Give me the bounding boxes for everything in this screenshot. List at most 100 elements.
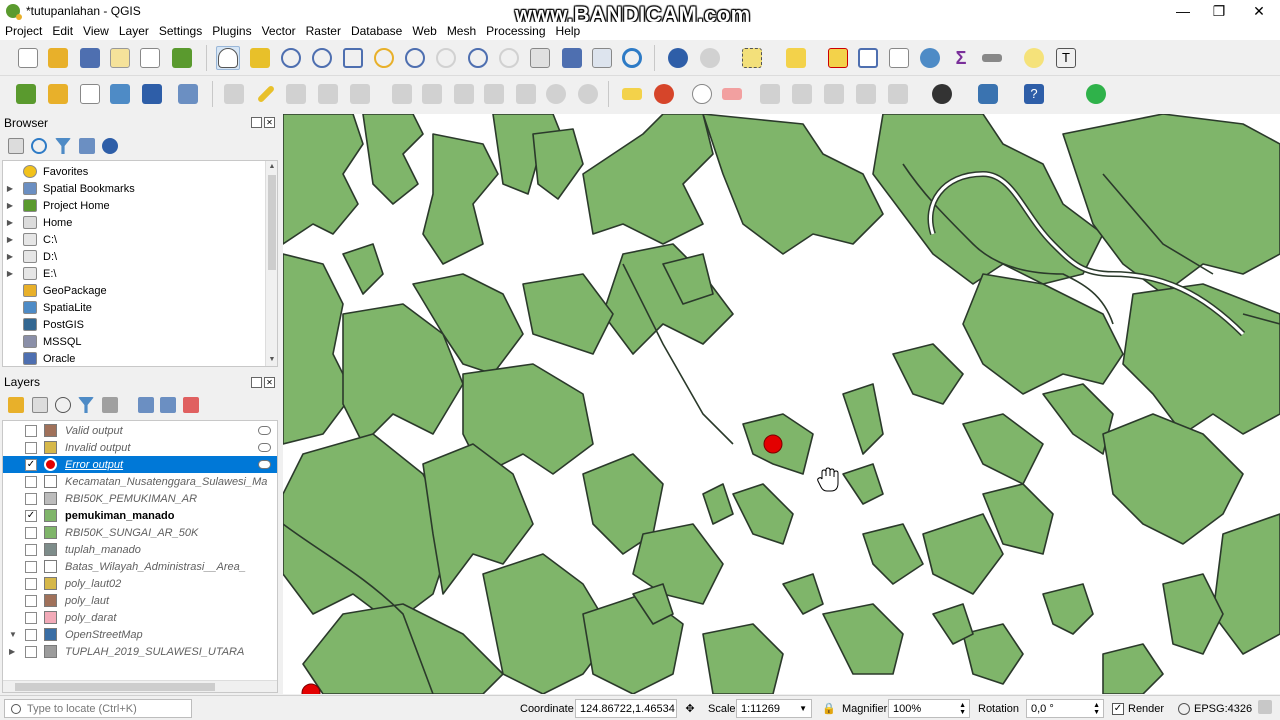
label-tool-1-icon[interactable]: [758, 82, 782, 106]
settlement-polygon[interactable]: [842, 383, 884, 455]
browser-item[interactable]: ▶ Spatial Bookmarks: [3, 180, 265, 197]
label-tool-2-icon[interactable]: [790, 82, 814, 106]
menu-vector[interactable]: Vector: [257, 24, 301, 38]
menu-raster[interactable]: Raster: [301, 24, 346, 38]
settlement-polygon[interactable]: [1102, 413, 1244, 545]
add-selected-layers-icon[interactable]: [8, 138, 24, 154]
browser-item[interactable]: MSSQL: [3, 333, 265, 350]
zoom-last-icon[interactable]: [466, 46, 490, 70]
browser-item[interactable]: Favorites: [3, 163, 265, 180]
settlement-polygon[interactable]: [782, 573, 824, 615]
properties-info-icon[interactable]: [102, 138, 118, 154]
layer-visibility-checkbox[interactable]: ✓: [25, 458, 37, 471]
browser-item[interactable]: PostGIS: [3, 316, 265, 333]
layer-visibility-checkbox[interactable]: [25, 611, 37, 624]
browser-item[interactable]: ▶ Project Home: [3, 197, 265, 214]
menu-view[interactable]: View: [78, 24, 114, 38]
render-checkbox[interactable]: ✓ Render: [1112, 700, 1164, 717]
settlement-polygon[interactable]: [1062, 114, 1280, 295]
layer-visibility-checkbox[interactable]: ✓: [25, 509, 37, 522]
menu-plugins[interactable]: Plugins: [207, 24, 256, 38]
new-geopackage-layer-icon[interactable]: [46, 82, 70, 106]
share-plugin-icon[interactable]: [1084, 82, 1108, 106]
settlement-polygon[interactable]: [283, 114, 364, 245]
expand-arrow-icon[interactable]: ▼: [9, 630, 17, 639]
attribute-table-icon[interactable]: [856, 46, 880, 70]
layer-visibility-checkbox[interactable]: [25, 475, 37, 488]
modify-attributes-icon[interactable]: [390, 82, 414, 106]
pan-to-selection-icon[interactable]: [248, 46, 272, 70]
open-project-icon[interactable]: [46, 46, 70, 70]
settlement-polygon[interactable]: [702, 483, 734, 525]
menu-mesh[interactable]: Mesh: [442, 24, 481, 38]
processing-toolbox-icon[interactable]: [918, 46, 942, 70]
scroll-thumb[interactable]: [15, 683, 215, 691]
undo-icon[interactable]: [544, 82, 568, 106]
layer-indicator-icon[interactable]: [258, 426, 271, 435]
cut-features-icon[interactable]: [452, 82, 476, 106]
menu-processing[interactable]: Processing: [481, 24, 550, 38]
settlement-polygon[interactable]: [822, 603, 904, 675]
layer-visibility-checkbox[interactable]: [25, 628, 37, 641]
sum-icon[interactable]: Σ: [949, 46, 973, 70]
filter-legend-icon[interactable]: [78, 397, 94, 413]
save-project-icon[interactable]: [78, 46, 102, 70]
data-source-manager-icon[interactable]: [14, 82, 38, 106]
current-edits-icon[interactable]: [222, 82, 246, 106]
statistical-summary-icon[interactable]: [887, 46, 911, 70]
toggle-editing-icon[interactable]: [254, 82, 278, 106]
layer-visibility-checkbox[interactable]: [25, 560, 37, 573]
settlement-polygon[interactable]: [1042, 583, 1094, 635]
layer-indicator-icon[interactable]: [258, 443, 271, 452]
browser-item[interactable]: ▶ C:\: [3, 231, 265, 248]
browser-item[interactable]: ▶ E:\: [3, 265, 265, 282]
layer-item[interactable]: Batas_Wilayah_Administrasi__Area_: [3, 558, 277, 575]
layer-item[interactable]: Invalid output: [3, 439, 277, 456]
expand-arrow-icon[interactable]: ▶: [3, 252, 17, 261]
settlement-polygon[interactable]: [702, 623, 784, 694]
help-contents-icon[interactable]: ?: [1022, 82, 1046, 106]
filter-browser-icon[interactable]: [55, 138, 71, 154]
run-feature-action-icon[interactable]: [698, 46, 722, 70]
layer-item[interactable]: tuplah_manado: [3, 541, 277, 558]
paste-features-icon[interactable]: [514, 82, 538, 106]
layer-visibility-checkbox[interactable]: [25, 526, 37, 539]
settlement-polygon[interactable]: [362, 114, 424, 205]
layer-item[interactable]: RBI50K_PEMUKIMAN_AR: [3, 490, 277, 507]
layer-visibility-checkbox[interactable]: [25, 441, 37, 454]
layer-item[interactable]: poly_laut02: [3, 575, 277, 592]
new-shapefile-layer-icon[interactable]: [78, 82, 102, 106]
expand-arrow-icon[interactable]: ▶: [9, 647, 15, 656]
label-tool-3-icon[interactable]: [822, 82, 846, 106]
text-annotation-icon[interactable]: T: [1054, 46, 1078, 70]
filter-expression-icon[interactable]: [102, 397, 118, 413]
layer-item[interactable]: Valid output: [3, 422, 277, 439]
refresh-icon[interactable]: [620, 46, 644, 70]
layer-visibility-checkbox[interactable]: [25, 492, 37, 505]
select-by-value-icon[interactable]: [784, 46, 808, 70]
zoom-out-icon[interactable]: [310, 46, 334, 70]
layer-item[interactable]: ▼ OpenStreetMap: [3, 626, 277, 643]
layers-float-icon[interactable]: [251, 377, 262, 388]
vector-icon[interactable]: [176, 82, 200, 106]
maximize-button[interactable]: ❐: [1200, 0, 1238, 22]
zoom-in-icon[interactable]: [279, 46, 303, 70]
menu-edit[interactable]: Edit: [47, 24, 78, 38]
menu-help[interactable]: Help: [551, 24, 586, 38]
delete-selected-icon[interactable]: [420, 82, 444, 106]
browser-float-icon[interactable]: [251, 117, 262, 128]
settlement-polygon[interactable]: [522, 273, 614, 355]
layer-labeling-icon[interactable]: [620, 82, 644, 106]
map-tips-icon[interactable]: [1022, 46, 1046, 70]
style-manager-icon[interactable]: [170, 46, 194, 70]
rotation-spinbox[interactable]: 0,0 ° ▲ ▼: [1026, 699, 1104, 718]
close-button[interactable]: ✕: [1240, 0, 1278, 22]
show-bookmarks-icon[interactable]: [590, 46, 614, 70]
layer-visibility-checkbox[interactable]: [25, 424, 37, 437]
settlement-polygon[interactable]: [962, 273, 1124, 395]
zoom-next-icon[interactable]: [497, 46, 521, 70]
identify-features-icon[interactable]: [666, 46, 690, 70]
settlement-polygon[interactable]: [532, 128, 584, 200]
deselect-features-icon[interactable]: [826, 46, 850, 70]
settlement-polygon[interactable]: [1102, 643, 1164, 694]
